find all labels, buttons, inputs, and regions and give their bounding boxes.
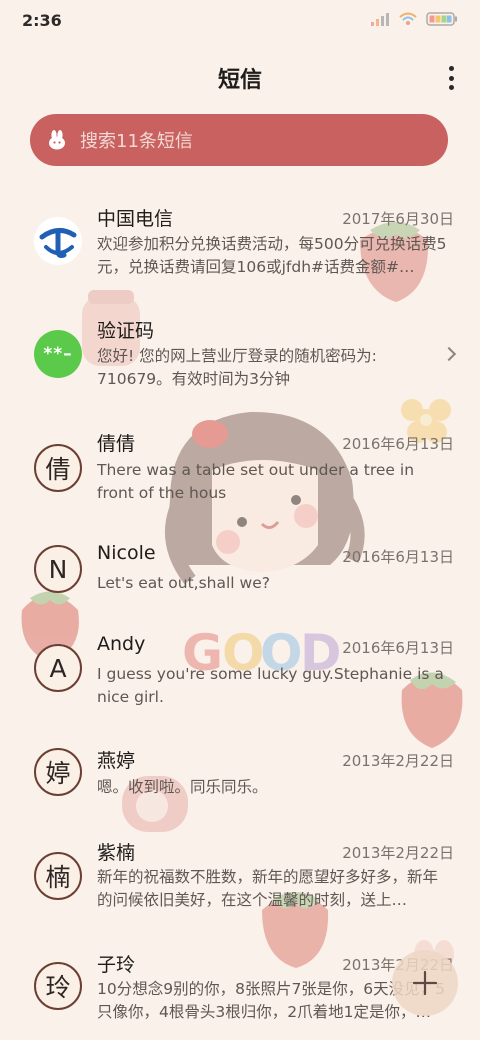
message-date: 2017年6月30日 (342, 210, 454, 228)
more-options-icon[interactable] (446, 66, 456, 90)
avatar: N (34, 545, 82, 593)
message-preview: 嗯。收到啦。同乐同乐。 (97, 778, 268, 796)
message-date: 2016年6月13日 (342, 548, 454, 566)
plus-icon (412, 970, 438, 996)
new-message-button[interactable] (392, 950, 458, 1016)
contact-name: Andy (97, 633, 146, 655)
battery-icon (426, 12, 457, 26)
status-time: 2:36 (22, 11, 62, 30)
message-preview: 欢迎参加积分兑换话费活动，每500分可兑换话费5元，兑换话费请回复106或jfd… (97, 235, 447, 276)
bunny-search-icon (46, 129, 68, 151)
avatar: 楠 (34, 852, 82, 900)
conversation-item[interactable]: 楠 紫楠 2013年2月22日 新年的祝福数不胜数，新年的愿望好多好多，新年的问… (0, 832, 480, 944)
messages-screen: G O O D 2:36 短信 搜索11条短信 中国电信 2017年6月30日 … (0, 0, 480, 1040)
message-preview: I guess you're some lucky guy.Stephanie … (97, 665, 444, 706)
avatar: A (34, 644, 82, 692)
conversation-item[interactable]: 倩 倩倩 2016年6月13日 There was a table set ou… (0, 416, 480, 526)
conversation-item[interactable]: **– 验证码 您好! 您的网上营业厅登录的随机密码为: 710679。有效时间… (0, 302, 480, 416)
search-input[interactable]: 搜索11条短信 (30, 114, 448, 166)
conversation-item[interactable]: A Andy 2016年6月13日 I guess you're some lu… (0, 622, 480, 736)
avatar: 玲 (34, 962, 82, 1010)
search-placeholder: 搜索11条短信 (80, 131, 193, 152)
contact-name: 验证码 (97, 320, 155, 342)
conversation-item[interactable]: N Nicole 2016年6月13日 Let's eat out,shall … (0, 526, 480, 622)
message-preview: Let's eat out,shall we? (97, 574, 270, 592)
contact-name: 紫楠 (97, 842, 136, 864)
wifi-icon (399, 12, 417, 25)
avatar: 倩 (34, 444, 82, 492)
status-icons (370, 12, 458, 26)
signal-icon (371, 13, 389, 26)
status-bar: 2:36 (0, 0, 480, 42)
contact-name: 倩倩 (97, 433, 136, 455)
conversation-item[interactable]: 婷 燕婷 2013年2月22日 嗯。收到啦。同乐同乐。 (0, 736, 480, 832)
contact-name: 中国电信 (97, 208, 174, 230)
message-date: 2013年2月22日 (342, 752, 454, 770)
contact-name: 燕婷 (97, 750, 136, 772)
contact-name: Nicole (97, 542, 156, 564)
conversation-item[interactable]: 中国电信 2017年6月30日 欢迎参加积分兑换话费活动，每500分可兑换话费5… (0, 190, 480, 302)
contact-name: 子玲 (97, 954, 136, 976)
message-preview: 新年的祝福数不胜数，新年的愿望好多好多，新年的问候依旧美好，在这个温馨的时刻，送… (97, 868, 439, 909)
china-telecom-logo-icon (34, 217, 82, 265)
message-preview: There was a table set out under a tree i… (97, 461, 415, 502)
message-date: 2016年6月13日 (342, 639, 454, 657)
message-date: 2013年2月22日 (342, 844, 454, 862)
avatar: 婷 (34, 748, 82, 796)
page-title: 短信 (217, 68, 262, 93)
message-preview: 您好! 您的网上营业厅登录的随机密码为: 710679。有效时间为3分钟 (97, 347, 377, 388)
message-date: 2016年6月13日 (342, 435, 454, 453)
avatar: **– (34, 330, 82, 378)
